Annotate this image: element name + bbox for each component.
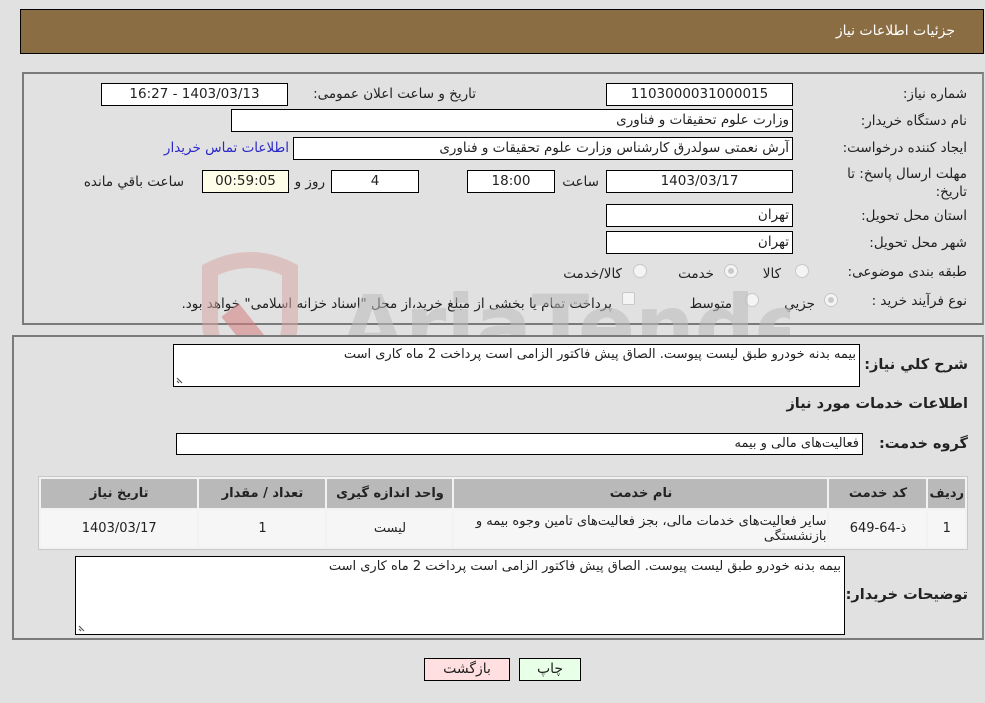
category-radio-goods-service[interactable]: [633, 264, 647, 278]
purchase-type-radio-minor[interactable]: [824, 293, 838, 307]
province-label: استان محل تحویل:: [861, 208, 967, 224]
col-service-name: نام خدمت: [454, 479, 828, 508]
resize-grip-icon[interactable]: [176, 375, 185, 384]
cell-service-code: ذ-64-649: [829, 510, 927, 547]
time-remaining-label: ساعت باقي مانده: [83, 174, 184, 190]
treasury-note: پرداخت تمام یا بخشی از مبلغ خرید،از محل …: [181, 296, 612, 312]
requester-field: آرش نعمتی سولدرق کارشناس وزارت علوم تحقی…: [293, 137, 793, 160]
category-option-goods: کالا: [762, 266, 781, 282]
deadline-label-line2: تاریخ:: [935, 184, 967, 200]
purchase-type-option-medium: متوسط: [689, 296, 732, 312]
announce-datetime-label: تاریخ و ساعت اعلان عمومی:: [313, 86, 476, 102]
col-quantity: تعداد / مقدار: [199, 479, 326, 508]
cell-need-date: 1403/03/17: [41, 510, 198, 547]
page-title: جزئیات اطلاعات نیاز: [835, 23, 955, 39]
buyer-notes-textarea[interactable]: بیمه بدنه خودرو طبق لیست پیوست. الصاق پی…: [75, 556, 845, 635]
category-radio-service[interactable]: [724, 264, 738, 278]
buyer-notes-text: بیمه بدنه خودرو طبق لیست پیوست. الصاق پی…: [328, 559, 841, 574]
announce-datetime-field: 1403/03/13 - 16:27: [101, 83, 288, 106]
buyer-org-label: نام دستگاه خریدار:: [860, 113, 967, 129]
col-need-date: تاریخ نیاز: [41, 479, 198, 508]
resize-grip-icon[interactable]: [78, 623, 87, 632]
need-number-label: شماره نیاز:: [902, 86, 967, 102]
requester-label: ایجاد کننده درخواست:: [842, 140, 967, 156]
purchase-type-radio-medium[interactable]: [745, 293, 759, 307]
buyer-notes-label: توضیحات خریدار:: [845, 587, 968, 603]
treasury-checkbox[interactable]: [622, 292, 635, 305]
print-button[interactable]: چاپ: [519, 658, 581, 681]
table-header-row: ردیف کد خدمت نام خدمت واحد اندازه گیری ت…: [41, 479, 965, 508]
col-service-code: کد خدمت: [829, 479, 927, 508]
cell-row-number: 1: [928, 510, 965, 547]
cell-unit: لیست: [327, 510, 453, 547]
category-option-service: خدمت: [678, 266, 714, 282]
city-field: تهران: [606, 231, 793, 254]
col-unit: واحد اندازه گیری: [327, 479, 453, 508]
buyer-org-field: وزارت علوم تحقیقات و فناوری: [231, 109, 793, 132]
purchase-type-option-minor: جزيي: [784, 296, 815, 312]
purchase-type-label: نوع فرآیند خرید :: [871, 293, 967, 309]
description-label: شرح كلي نياز:: [864, 357, 968, 373]
category-radio-goods[interactable]: [795, 264, 809, 278]
need-number-field: 1103000031000015: [606, 83, 793, 106]
category-label: طبقه بندی موضوعی:: [847, 264, 967, 280]
table-row: 1 ذ-64-649 سایر فعالیت‌های خدمات مالی، ب…: [41, 510, 965, 547]
deadline-time-label: ساعت: [562, 174, 599, 190]
services-table: ردیف کد خدمت نام خدمت واحد اندازه گیری ت…: [38, 476, 968, 550]
description-textarea[interactable]: بیمه بدنه خودرو طبق لیست پیوست. الصاق پی…: [173, 344, 860, 387]
col-row-number: ردیف: [928, 479, 965, 508]
time-remaining-field: 00:59:05: [202, 170, 289, 193]
cell-quantity: 1: [199, 510, 326, 547]
deadline-label-line1: مهلت ارسال پاسخ: تا: [847, 166, 967, 182]
service-group-label: گروه خدمت:: [878, 436, 968, 452]
page-header: جزئیات اطلاعات نیاز: [20, 9, 984, 54]
days-remaining-field: 4: [331, 170, 419, 193]
deadline-date-field: 1403/03/17: [606, 170, 793, 193]
province-field: تهران: [606, 204, 793, 227]
services-heading: اطلاعات خدمات مورد نیاز: [786, 396, 968, 412]
city-label: شهر محل تحویل:: [869, 235, 967, 251]
description-text: بیمه بدنه خودرو طبق لیست پیوست. الصاق پی…: [343, 347, 856, 362]
buyer-contact-link[interactable]: اطلاعات تماس خریدار: [164, 140, 289, 156]
cell-service-name: سایر فعالیت‌های خدمات مالی، بجز فعالیت‌ه…: [454, 510, 828, 547]
deadline-time-field: 18:00: [467, 170, 555, 193]
back-button[interactable]: بازگشت: [424, 658, 510, 681]
category-option-goods-service: کالا/خدمت: [563, 266, 622, 282]
days-label: روز و: [294, 174, 325, 190]
service-group-field: فعالیت‌های مالی و بیمه: [176, 433, 863, 455]
